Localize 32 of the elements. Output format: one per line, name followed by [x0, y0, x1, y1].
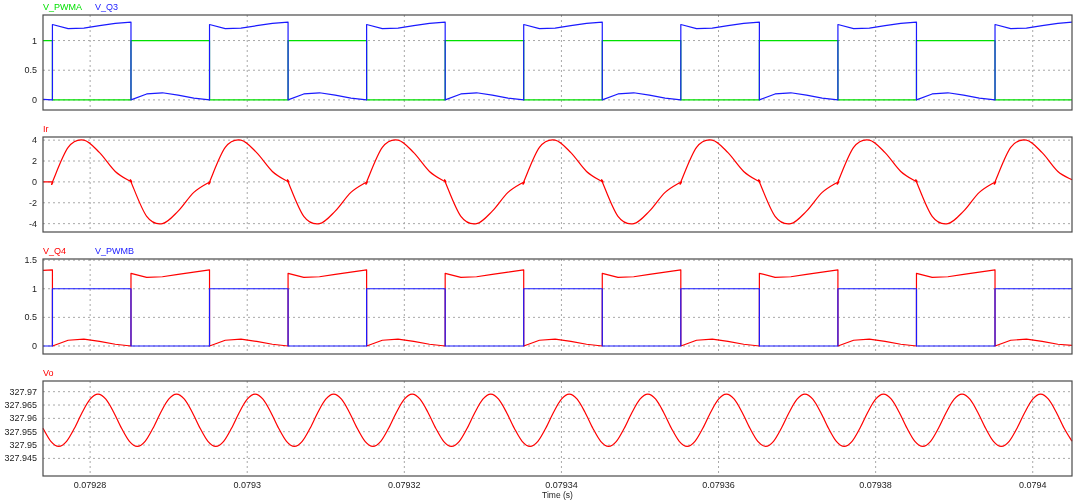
legend-label: Ir: [43, 124, 49, 134]
axis-tick-label: 327.97: [9, 386, 37, 397]
axis-tick-label: 0.0793: [233, 480, 261, 490]
axis-tick-label: 0: [32, 341, 37, 351]
legend-label: V_Q4: [43, 246, 66, 256]
axis-tick-label: 4: [32, 135, 37, 146]
axis-tick-label: 327.945: [4, 453, 37, 464]
axis-tick-label: 0.5: [24, 312, 37, 323]
axis-tick-label: -2: [29, 197, 37, 208]
axis-tick-label: 0.07938: [859, 480, 892, 490]
axis-tick-label: 327.95: [9, 440, 37, 451]
axis-tick-label: 1.5: [24, 255, 37, 266]
legend-label: V_Q3: [95, 2, 118, 12]
axis-title: Time (s): [542, 490, 573, 500]
axis-tick-label: 0.07928: [73, 480, 107, 490]
axis-tick-label: 1: [32, 35, 37, 46]
axis-tick-label: 327.96: [9, 413, 37, 424]
axis-tick-label: 0.07932: [388, 480, 421, 490]
legend-label: V_PWMB: [95, 246, 134, 256]
axis-tick-label: 327.965: [4, 400, 37, 410]
axis-tick-label: -4: [29, 218, 37, 229]
axis-tick-label: 0: [32, 94, 37, 105]
axis-tick-label: 0.5: [24, 65, 37, 76]
axis-tick-label: 0.0794: [1018, 480, 1047, 490]
axis-tick-label: 327.955: [4, 426, 37, 437]
axis-tick-label: 0.07936: [702, 480, 735, 490]
legend-label: Vo: [43, 368, 54, 378]
axis-tick-label: 0: [32, 176, 37, 187]
legend-label: V_PWMA: [43, 2, 82, 12]
axis-tick-label: 2: [32, 156, 37, 166]
axis-tick-label: 0.07934: [545, 480, 578, 490]
axis-tick-label: 1: [32, 283, 37, 294]
